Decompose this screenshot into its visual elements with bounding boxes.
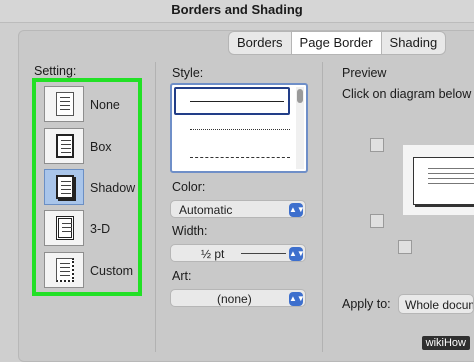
setting-3d-button[interactable] <box>44 210 84 246</box>
style-list[interactable] <box>170 83 308 173</box>
art-dropdown[interactable]: (none) ▲▼ <box>170 289 306 307</box>
color-value: Automatic <box>179 203 233 217</box>
setting-shadow-button[interactable] <box>44 169 84 205</box>
chevron-updown-icon: ▲▼ <box>289 203 305 217</box>
setting-label: Setting: <box>34 64 77 78</box>
style-option-solid[interactable] <box>174 87 290 115</box>
page-none-icon <box>56 92 74 116</box>
setting-3d-label: 3-D <box>90 222 111 236</box>
width-line-sample <box>241 253 286 254</box>
setting-box-button[interactable] <box>44 128 84 164</box>
setting-custom-button[interactable] <box>44 252 84 288</box>
preview-page <box>413 157 474 205</box>
dialog-title: Borders and Shading <box>171 2 303 17</box>
width-value: ½ pt <box>201 247 225 261</box>
chevron-updown-icon: ▲▼ <box>289 292 305 306</box>
page-shadow-icon <box>56 175 74 199</box>
apply-to-value: Whole docum <box>405 298 474 312</box>
setting-custom-label: Custom <box>90 264 134 278</box>
page-custom-icon <box>56 258 74 282</box>
divider <box>155 62 156 352</box>
color-dropdown[interactable]: Automatic ▲▼ <box>170 200 306 218</box>
art-label: Art: <box>172 269 192 283</box>
width-dropdown[interactable]: ½ pt ▲▼ <box>170 244 306 262</box>
setting-box-label: Box <box>90 140 112 154</box>
apply-to-dropdown[interactable]: Whole docum <box>398 294 474 314</box>
style-label: Style: <box>172 66 204 80</box>
setting-none-button[interactable] <box>44 86 84 122</box>
tab-shading[interactable]: Shading <box>382 32 446 54</box>
color-label: Color: <box>172 180 206 194</box>
preview-label: Preview <box>342 66 387 80</box>
top-border-icon[interactable] <box>370 138 384 152</box>
setting-none-label: None <box>90 98 120 112</box>
chevron-updown-icon: ▲▼ <box>289 247 305 261</box>
width-label: Width: <box>172 224 208 238</box>
wikihow-watermark: wikiHow <box>421 336 470 350</box>
preview-instruction: Click on diagram below o <box>342 87 474 101</box>
bottom-border-icon[interactable] <box>370 214 384 228</box>
tab-page-border[interactable]: Page Border <box>291 32 382 54</box>
left-border-icon[interactable] <box>398 240 412 254</box>
apply-to-label: Apply to: <box>342 297 391 311</box>
tab-borders[interactable]: Borders <box>229 32 292 54</box>
style-scrollbar[interactable] <box>296 87 304 169</box>
divider <box>322 62 323 352</box>
style-option-dotted[interactable] <box>190 129 290 130</box>
preview-diagram[interactable] <box>403 145 474 215</box>
style-option-dashed[interactable] <box>190 157 290 158</box>
page-3d-icon <box>56 216 74 240</box>
art-value: (none) <box>217 292 252 306</box>
setting-shadow-label: Shadow <box>90 181 136 195</box>
page-box-icon <box>56 134 74 158</box>
tab-bar: Borders Page Border Shading <box>228 31 447 55</box>
